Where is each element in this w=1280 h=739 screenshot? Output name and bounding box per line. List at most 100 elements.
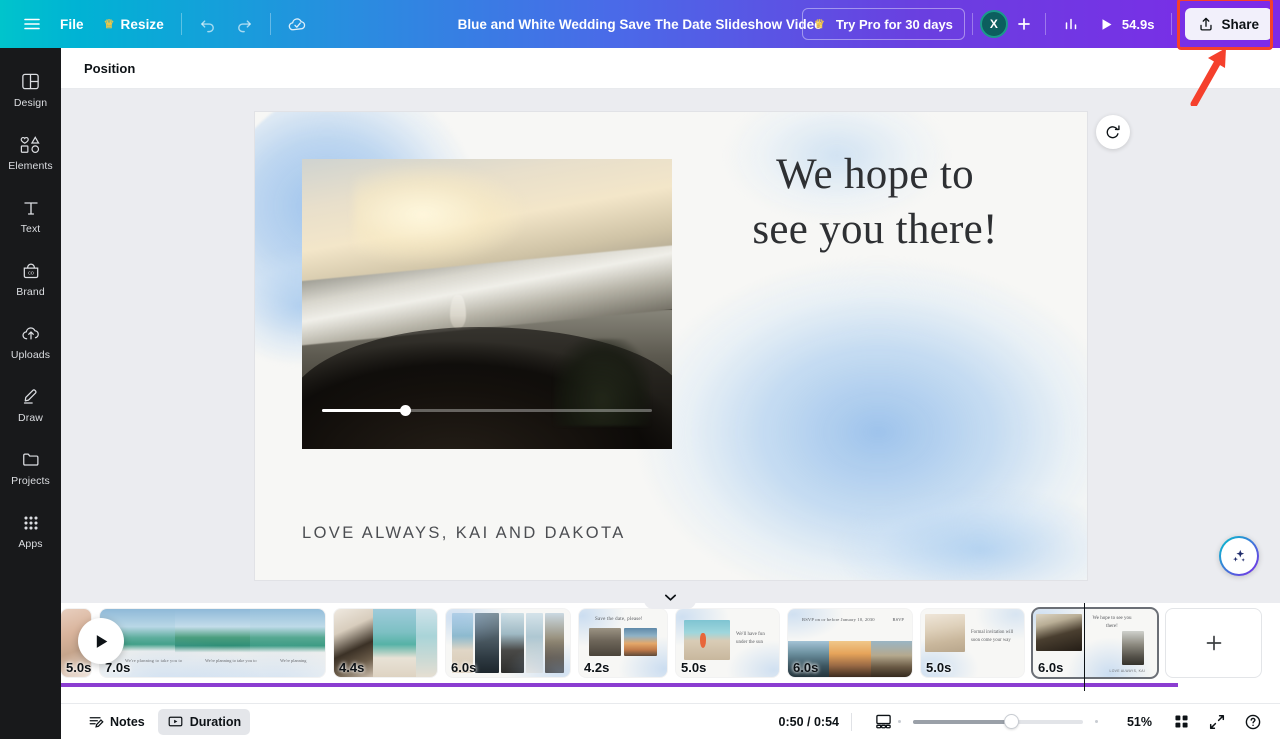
notes-lines-pencil-icon xyxy=(88,714,104,730)
avatar[interactable]: X xyxy=(980,10,1008,38)
duration-label: Duration xyxy=(190,715,241,729)
timeline-scene-selected[interactable]: We hope to see you there! LOVE ALWAYS, K… xyxy=(1033,609,1157,677)
sidebar-item-uploads[interactable]: Uploads xyxy=(3,311,58,373)
scene-caption: We're planning to take you to xyxy=(125,658,182,663)
add-page-button[interactable] xyxy=(1166,609,1261,677)
bottombar-divider xyxy=(851,713,852,731)
toolbar-divider-4 xyxy=(1045,13,1046,35)
scene-caption: We'll have fun under the sun xyxy=(736,631,774,646)
sidebar-item-label-draw: Draw xyxy=(18,412,43,424)
scene-duration: 5.0s xyxy=(926,660,951,675)
try-pro-button[interactable]: ♕ Try Pro for 30 days xyxy=(802,8,965,40)
crown-icon-pro: ♕ xyxy=(814,17,825,31)
canvas-area[interactable]: We hope to see you there! xyxy=(61,89,1280,603)
scene-duration: 6.0s xyxy=(793,660,818,675)
position-button[interactable]: Position xyxy=(75,56,144,81)
timeline-scene[interactable]: Save the date, please! 4.2s xyxy=(579,609,667,677)
sidebar-item-brand[interactable]: co Brand xyxy=(3,248,58,310)
share-button-wrapper: Share xyxy=(1185,8,1272,40)
cloud-saved-icon[interactable] xyxy=(278,8,317,40)
video-scrubber-track[interactable] xyxy=(322,409,652,412)
duration-clip-icon xyxy=(167,713,184,730)
draw-pencil-icon xyxy=(20,386,42,407)
scene-caption: We hope to see you there! xyxy=(1091,615,1133,631)
scene-caption: Save the date, please! xyxy=(595,617,643,622)
timeline-progress-bar[interactable] xyxy=(61,683,1178,687)
scene-image xyxy=(925,614,965,652)
signoff-text[interactable]: LOVE ALWAYS, KAI AND DAKOTA xyxy=(302,524,626,543)
timeline-scene[interactable]: We'll have fun under the sun 5.0s xyxy=(676,609,779,677)
left-sidebar: Design Elements Text co Brand xyxy=(0,48,61,739)
toolbar-divider-5 xyxy=(1171,13,1172,35)
insights-bar-chart-icon[interactable] xyxy=(1053,8,1089,40)
video-element[interactable] xyxy=(302,159,672,449)
try-pro-label: Try Pro for 30 days xyxy=(836,17,953,32)
projects-folder-icon xyxy=(20,449,42,470)
top-toolbar: File ♕ Resize xyxy=(0,0,1280,48)
uploads-cloud-arrow-icon xyxy=(20,323,42,344)
resize-label: Resize xyxy=(121,17,164,32)
sidebar-item-label-projects: Projects xyxy=(11,475,50,487)
document-title[interactable]: Blue and White Wedding Save The Date Sli… xyxy=(458,17,823,32)
timeline-scene-strip: 5.0s We're planning to take you to We're… xyxy=(61,608,1261,678)
sidebar-item-label-design: Design xyxy=(14,97,47,109)
timeline-scene[interactable]: We're planning to take you to We're plan… xyxy=(100,609,325,677)
fit-screen-icon[interactable] xyxy=(868,708,898,736)
share-button[interactable]: Share xyxy=(1185,8,1272,40)
hamburger-menu-icon[interactable] xyxy=(14,8,50,40)
scene-image-2 xyxy=(624,628,657,656)
timeline-scene[interactable]: 6.0s xyxy=(446,609,570,677)
play-icon xyxy=(92,632,111,651)
replace-media-plus-icon[interactable] xyxy=(1096,115,1130,149)
video-scrubber[interactable] xyxy=(322,396,652,424)
headline-text[interactable]: We hope to see you there! xyxy=(685,147,1065,257)
help-question-icon[interactable] xyxy=(1238,708,1268,736)
preview-play-button[interactable]: 54.9s xyxy=(1089,8,1165,40)
timeline-scene[interactable]: RSVP on or before January 10, 2030 RSVP … xyxy=(788,609,912,677)
add-collaborator-button[interactable] xyxy=(1010,10,1038,38)
video-sun-glow xyxy=(354,165,524,264)
headline-line-2: see you there! xyxy=(685,202,1065,257)
video-scrubber-handle[interactable] xyxy=(400,405,411,416)
sidebar-item-apps[interactable]: Apps xyxy=(3,500,58,562)
magic-sparkle-icon[interactable] xyxy=(1219,536,1259,576)
headline-line-1: We hope to xyxy=(685,147,1065,202)
scene-image xyxy=(589,628,621,656)
zoom-slider[interactable] xyxy=(913,720,1083,724)
timeline-playhead[interactable] xyxy=(1084,603,1085,691)
timeline-scene[interactable]: 4.4s xyxy=(334,609,437,677)
zoom-percent-label: 51% xyxy=(1114,715,1152,729)
toolbar-divider xyxy=(181,13,182,35)
grid-view-icon[interactable] xyxy=(1166,708,1196,736)
video-scrubber-fill xyxy=(322,409,405,412)
sidebar-item-draw[interactable]: Draw xyxy=(3,374,58,436)
zoom-slider-handle[interactable] xyxy=(1004,714,1019,729)
undo-icon[interactable] xyxy=(189,8,226,40)
apps-grid-icon xyxy=(21,513,41,533)
total-duration-label: 54.9s xyxy=(1122,17,1155,32)
redo-icon[interactable] xyxy=(226,8,263,40)
sidebar-item-elements[interactable]: Elements xyxy=(3,122,58,184)
sidebar-item-text[interactable]: Text xyxy=(3,185,58,247)
share-label: Share xyxy=(1221,17,1259,32)
file-menu-button[interactable]: File xyxy=(50,8,94,40)
timeline[interactable]: 5.0s We're planning to take you to We're… xyxy=(61,603,1280,703)
resize-button[interactable]: ♕ Resize xyxy=(94,8,174,40)
sidebar-item-projects[interactable]: Projects xyxy=(3,437,58,499)
scene-duration: 5.0s xyxy=(681,660,706,675)
timeline-collapse-toggle[interactable] xyxy=(644,592,696,609)
play-icon xyxy=(1099,17,1114,32)
sidebar-item-design[interactable]: Design xyxy=(3,59,58,121)
expand-fullscreen-icon[interactable] xyxy=(1202,708,1232,736)
chevron-down-icon xyxy=(664,593,677,602)
notes-button[interactable]: Notes xyxy=(79,709,154,735)
timeline-play-button[interactable] xyxy=(78,618,124,664)
scene-duration: 5.0s xyxy=(66,660,91,675)
watercolor-blob-bottom-center xyxy=(815,482,1087,580)
slide-canvas[interactable]: We hope to see you there! xyxy=(255,112,1087,580)
timeline-scene[interactable]: Formal invitation will soon come your wa… xyxy=(921,609,1024,677)
elements-shapes-icon xyxy=(19,134,43,155)
duration-button[interactable]: Duration xyxy=(158,709,250,735)
zoom-slider-fill xyxy=(913,720,1012,724)
context-toolbar: Position xyxy=(61,48,1280,89)
